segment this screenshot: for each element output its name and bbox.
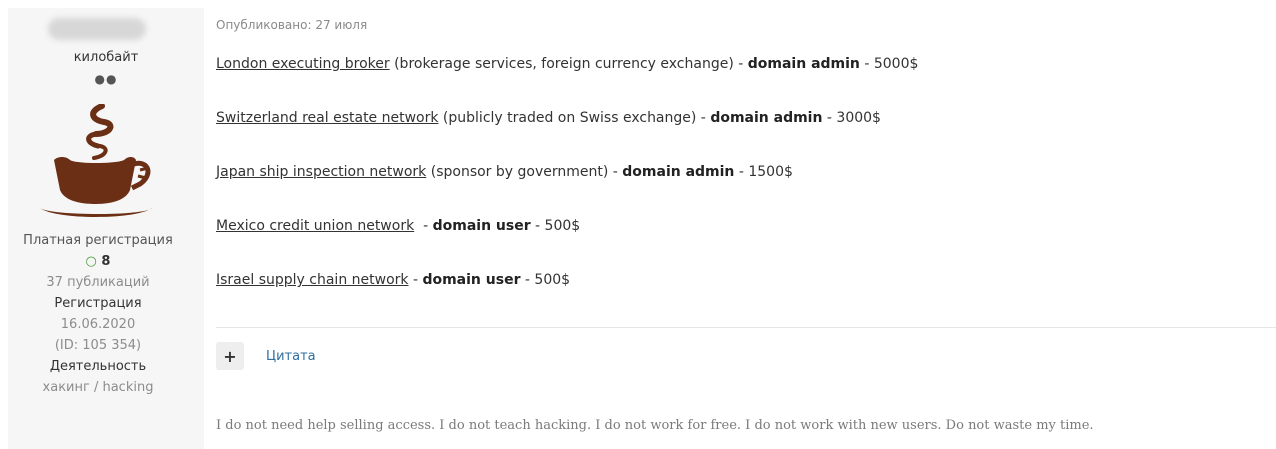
user-sidebar: килобайт ●● Платная регистрация ○ 8 37 п… bbox=[8, 8, 204, 449]
offer-item: London executing broker (brokerage servi… bbox=[216, 54, 1271, 108]
user-rank: килобайт bbox=[73, 50, 139, 65]
offer-access: domain admin bbox=[747, 56, 860, 72]
activity-value: хакинг / hacking bbox=[42, 380, 154, 395]
offer-link[interactable]: Japan ship inspection network bbox=[216, 164, 426, 180]
offer-price: - 1500$ bbox=[734, 164, 793, 180]
post-count: 37 публикаций bbox=[46, 275, 150, 290]
registration-date: 16.06.2020 bbox=[60, 317, 136, 332]
offer-description: (brokerage services, foreign currency ex… bbox=[389, 56, 748, 72]
coffee-cup-icon[interactable] bbox=[36, 104, 156, 224]
reputation-icon: ○ bbox=[85, 254, 97, 269]
offer-link[interactable]: Switzerland real estate network bbox=[216, 110, 438, 126]
offer-description: (sponsor by government) - bbox=[426, 164, 623, 180]
user-group: Платная регистрация bbox=[23, 233, 173, 248]
offer-description: - bbox=[408, 272, 423, 288]
offer-link[interactable]: London executing broker bbox=[216, 56, 390, 72]
rank-dots: ●● bbox=[94, 72, 118, 86]
plus-icon[interactable]: + bbox=[216, 342, 244, 370]
post-date: Опубликовано: 27 июля bbox=[216, 18, 368, 32]
reputation: ○ 8 bbox=[8, 251, 188, 272]
username-redacted bbox=[48, 18, 146, 40]
offer-access: domain admin bbox=[622, 164, 735, 180]
offer-item: Switzerland real estate network (publicl… bbox=[216, 108, 1271, 162]
offer-access: domain user bbox=[432, 218, 531, 234]
post-body: Опубликовано: 27 июля London executing b… bbox=[216, 18, 1271, 324]
offer-price: - 500$ bbox=[530, 218, 581, 234]
offer-item: Japan ship inspection network (sponsor b… bbox=[216, 162, 1271, 216]
registration-label: Регистрация bbox=[54, 296, 142, 311]
offer-description: - bbox=[414, 218, 433, 234]
offer-price: - 3000$ bbox=[822, 110, 881, 126]
offer-access: domain admin bbox=[710, 110, 823, 126]
user-id: (ID: 105 354) bbox=[54, 338, 142, 353]
offer-link[interactable]: Mexico credit union network bbox=[216, 218, 414, 234]
post-divider bbox=[216, 327, 1276, 328]
offer-access: domain user bbox=[422, 272, 521, 288]
offer-price: - 5000$ bbox=[859, 56, 919, 72]
quote-bar: + Цитата bbox=[216, 342, 316, 370]
offer-item: Israel supply chain network - domain use… bbox=[216, 270, 1271, 324]
activity-label: Деятельность bbox=[49, 359, 147, 374]
offer-list: London executing broker (brokerage servi… bbox=[216, 54, 1271, 324]
offer-description: (publicly traded on Swiss exchange) - bbox=[438, 110, 711, 126]
offer-item: Mexico credit union network - domain use… bbox=[216, 216, 1271, 270]
user-signature: I do not need help selling access. I do … bbox=[216, 418, 1094, 433]
offer-link[interactable]: Israel supply chain network bbox=[216, 272, 409, 288]
quote-button[interactable]: Цитата bbox=[266, 349, 316, 364]
reputation-value: 8 bbox=[101, 254, 111, 269]
offer-price: - 500$ bbox=[520, 272, 571, 288]
